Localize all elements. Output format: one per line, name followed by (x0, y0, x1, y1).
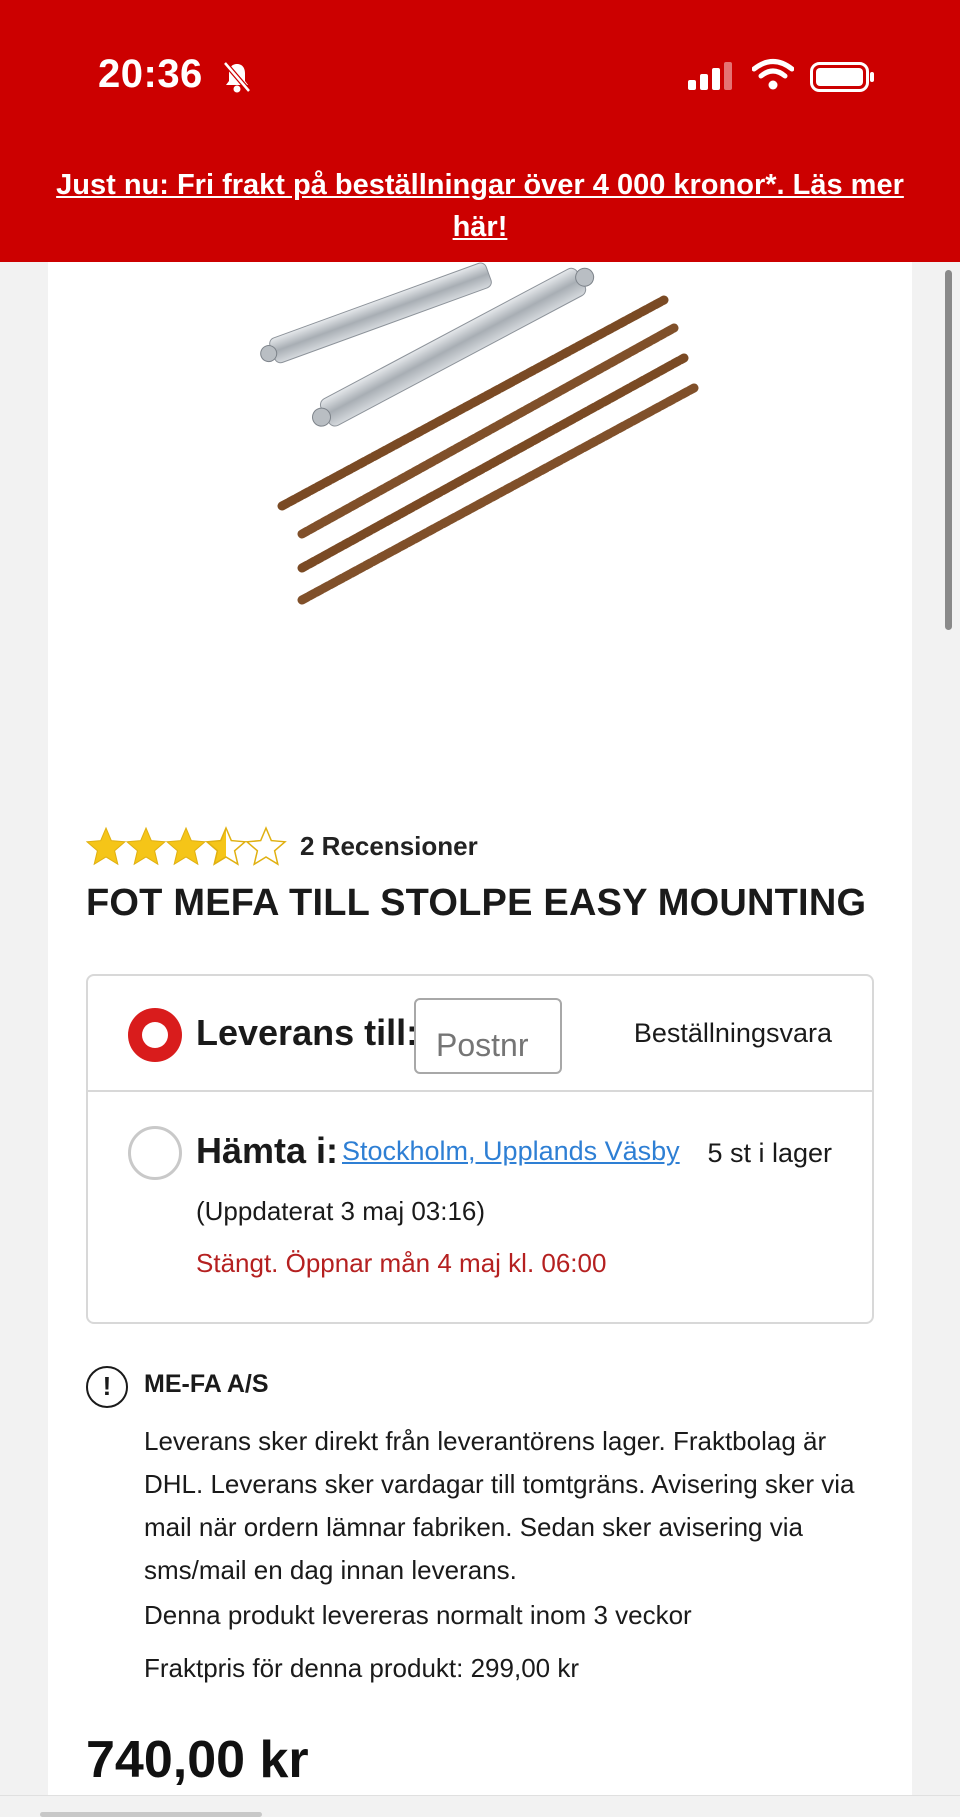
postnr-input[interactable] (414, 998, 562, 1074)
supplier-description: Leverans sker direkt från leverantörens … (144, 1426, 855, 1585)
stock-updated-text: (Uppdaterat 3 maj 03:16) (196, 1196, 486, 1226)
info-icon: ! (86, 1366, 128, 1408)
star-rating-icon (86, 827, 286, 865)
cellular-signal-icon (688, 62, 734, 95)
review-count-link[interactable]: 2 Recensioner (300, 831, 478, 862)
battery-icon (810, 62, 876, 97)
pickup-option-label: Hämta i: (196, 1130, 339, 1171)
supplier-name: ME-FA A/S (144, 1370, 269, 1398)
home-indicator (40, 1812, 262, 1817)
delivery-options: Leverans till: Beställningsvara Hämta i:… (86, 974, 874, 1324)
delivery-time-text: Denna produkt levereras normalt inom 3 v… (144, 1600, 692, 1630)
product-price: 740,00 kr (86, 1731, 309, 1789)
wifi-icon (751, 58, 795, 95)
promo-banner-link[interactable]: Just nu: Fri frakt på beställningar över… (0, 150, 960, 262)
store-link[interactable]: Stockholm, Upplands Väsby (342, 1136, 680, 1167)
status-time: 20:36 (98, 52, 203, 96)
delivery-radio-selected[interactable] (128, 1008, 182, 1062)
delivery-option-row[interactable]: Leverans till: Beställningsvara (88, 976, 872, 1092)
freight-price-text: Fraktpris för denna produkt: 299,00 kr (144, 1653, 580, 1683)
order-item-status: Beställningsvara (633, 1018, 832, 1048)
page-scrollbar[interactable] (945, 270, 952, 630)
delivery-option-label: Leverans till: (196, 1012, 419, 1053)
bell-slash-icon (222, 60, 252, 99)
product-title: FOT MEFA TILL STOLPE EASY MOUNTING (86, 882, 867, 924)
pickup-radio[interactable] (128, 1126, 182, 1180)
product-rating[interactable]: 2 Recensioner (86, 824, 478, 868)
stock-status: 5 st i lager (707, 1138, 832, 1168)
store-hours-text: Stängt. Öppnar mån 4 maj kl. 06:00 (196, 1248, 607, 1278)
product-image (240, 262, 720, 642)
status-bar: 20:36 (0, 0, 960, 150)
